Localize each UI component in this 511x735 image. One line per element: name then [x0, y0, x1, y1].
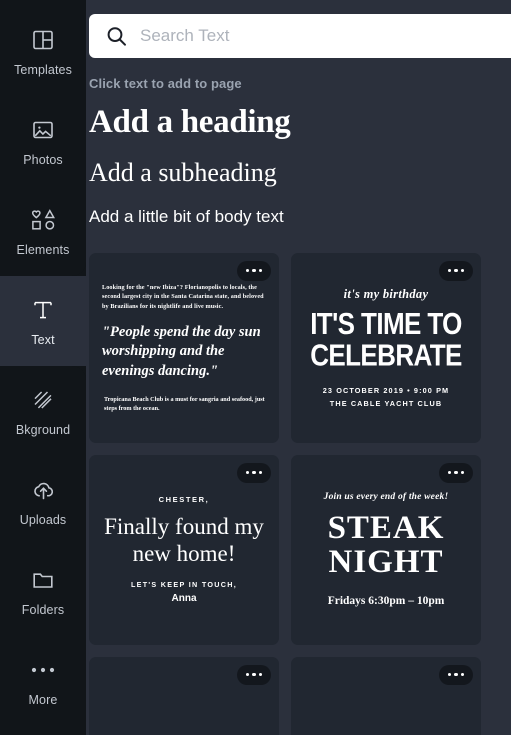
- search-input[interactable]: [140, 14, 505, 58]
- card-intro-text: Looking for the "new Ibiza"? Florianopol…: [102, 283, 264, 310]
- app-root: Templates Photos Elements Text Bkground …: [0, 0, 511, 735]
- text-style-list: Add a heading Add a subheading Add a lit…: [86, 91, 511, 228]
- card-venue-text: THE CABLE YACHT CLUB: [329, 398, 443, 408]
- sidebar-item-label: Folders: [21, 603, 65, 618]
- template-card[interactable]: it's my birthday IT'S TIME TO CELEBRATE …: [291, 252, 481, 443]
- sidebar-item-bkground[interactable]: Bkground: [0, 366, 86, 456]
- card-content: Join us every end of the week! STEAK NIG…: [291, 455, 481, 645]
- card-date-text: 23 OCTOBER 2019 • 9:00 PM: [322, 385, 450, 395]
- template-card[interactable]: CHESTER, Finally found my new home! LET'…: [89, 454, 279, 645]
- card-main-text: Finally found my new home!: [104, 513, 264, 567]
- folder-icon: [28, 565, 58, 595]
- shapes-icon: [28, 205, 58, 235]
- card-title-text: IT'S TIME TO CELEBRATE: [310, 306, 462, 373]
- sidebar-item-label: Elements: [16, 243, 70, 258]
- card-more-icon[interactable]: [439, 462, 473, 483]
- sidebar-item-label: Templates: [14, 63, 72, 78]
- card-more-icon[interactable]: [439, 664, 473, 685]
- template-card[interactable]: Join us every end of the week! STEAK NIG…: [291, 454, 481, 645]
- sidebar-item-label: Photos: [23, 153, 63, 168]
- sidebar-item-templates[interactable]: Templates: [0, 6, 86, 96]
- sidebar-item-photos[interactable]: Photos: [0, 96, 86, 186]
- hatch-icon: [28, 385, 58, 415]
- card-more-icon[interactable]: [237, 664, 271, 685]
- card-name-text: Anna: [171, 593, 197, 605]
- card-content: Looking for the "new Ibiza"? Florianopol…: [89, 253, 279, 443]
- add-body-text-style[interactable]: Add a little bit of body text: [89, 207, 511, 227]
- search-row: [86, 0, 511, 58]
- card-footer-text: Fridays 6:30pm – 10pm: [327, 595, 445, 608]
- card-greeting-text: CHESTER,: [158, 494, 210, 504]
- card-more-icon[interactable]: [237, 260, 271, 281]
- image-icon: [28, 115, 58, 145]
- card-quote-text: "People spend the day sun worshipping an…: [102, 324, 261, 379]
- template-card[interactable]: Looking for the "new Ibiza"? Florianopol…: [89, 252, 279, 443]
- card-top-text: Join us every end of the week!: [323, 491, 449, 502]
- text-t-icon: [28, 295, 58, 325]
- left-sidebar: Templates Photos Elements Text Bkground …: [0, 0, 86, 735]
- template-card[interactable]: [89, 656, 279, 735]
- sidebar-item-label: Uploads: [19, 513, 67, 528]
- cloud-upload-icon: [28, 475, 58, 505]
- card-script-text: it's my birthday: [343, 287, 429, 302]
- templates-icon: [28, 25, 58, 55]
- ellipsis-icon: [28, 655, 58, 685]
- sidebar-item-label: Bkground: [15, 423, 71, 438]
- search-icon: [105, 25, 128, 48]
- sidebar-item-label: Text: [31, 333, 55, 348]
- add-heading-style[interactable]: Add a heading: [89, 103, 511, 142]
- template-card[interactable]: [291, 656, 481, 735]
- card-more-icon[interactable]: [237, 462, 271, 483]
- card-title-text: STEAK NIGHT: [327, 509, 445, 580]
- sidebar-item-more[interactable]: More: [0, 636, 86, 726]
- sidebar-item-folders[interactable]: Folders: [0, 546, 86, 636]
- sidebar-item-text[interactable]: Text: [0, 262, 86, 380]
- card-footer-text: Tropicana Beach Club is a must for sangr…: [104, 395, 265, 413]
- card-content: CHESTER, Finally found my new home! LET'…: [89, 455, 279, 645]
- text-panel: Click text to add to page Add a heading …: [86, 0, 511, 735]
- panel-hint: Click text to add to page: [89, 76, 242, 91]
- add-subheading-style[interactable]: Add a subheading: [89, 157, 511, 188]
- card-signoff-text: LET'S KEEP IN TOUCH,: [130, 580, 238, 590]
- sidebar-item-label: More: [28, 693, 58, 708]
- card-more-icon[interactable]: [439, 260, 473, 281]
- card-content: it's my birthday IT'S TIME TO CELEBRATE …: [291, 253, 481, 443]
- search-box[interactable]: [89, 14, 511, 58]
- sidebar-item-uploads[interactable]: Uploads: [0, 456, 86, 546]
- template-grid: Looking for the "new Ibiza"? Florianopol…: [86, 252, 511, 735]
